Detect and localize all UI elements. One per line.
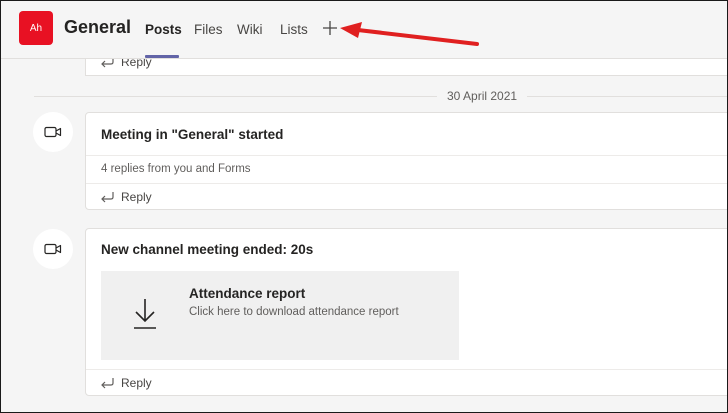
post-card-meeting-ended: New channel meeting ended: 20s Attendanc… (85, 228, 728, 396)
red-arrow-annotation (340, 22, 479, 46)
post-avatar-circle (33, 112, 73, 152)
attendance-report-subtitle: Click here to download attendance report (189, 306, 399, 318)
reply-label: Reply (121, 190, 152, 204)
replies-summary[interactable]: 4 replies from you and Forms (101, 163, 251, 175)
reply-button[interactable]: Reply (99, 376, 152, 390)
reply-arrow-icon (101, 192, 114, 203)
tab-lists[interactable]: Lists (280, 22, 308, 37)
reply-label: Reply (121, 376, 152, 390)
date-separator-line (34, 96, 728, 97)
download-icon (134, 299, 156, 329)
divider (86, 369, 727, 370)
message-feed: Reply 30 April 2021 Meeting in "General"… (0, 0, 728, 413)
tab-posts[interactable]: Posts (145, 22, 182, 37)
video-camera-icon (44, 126, 62, 138)
divider (86, 155, 727, 156)
post-avatar-circle (33, 229, 73, 269)
video-camera-icon (44, 243, 62, 255)
tab-files[interactable]: Files (194, 22, 223, 37)
active-tab-indicator (145, 55, 179, 58)
attendance-report-card[interactable]: Attendance report Click here to download… (101, 271, 459, 360)
post-title: Meeting in "General" started (101, 127, 284, 142)
divider (86, 183, 727, 184)
attendance-report-title: Attendance report (189, 286, 306, 301)
post-card-meeting-started: Meeting in "General" started 4 replies f… (85, 112, 728, 210)
channel-name: General (64, 17, 132, 37)
post-title: New channel meeting ended: 20s (101, 242, 314, 257)
tab-wiki[interactable]: Wiki (237, 22, 263, 37)
reply-button[interactable]: Reply (99, 190, 152, 204)
date-separator-label: 30 April 2021 (437, 89, 528, 103)
reply-arrow-icon (101, 378, 114, 389)
team-avatar[interactable]: Ah (19, 11, 53, 45)
